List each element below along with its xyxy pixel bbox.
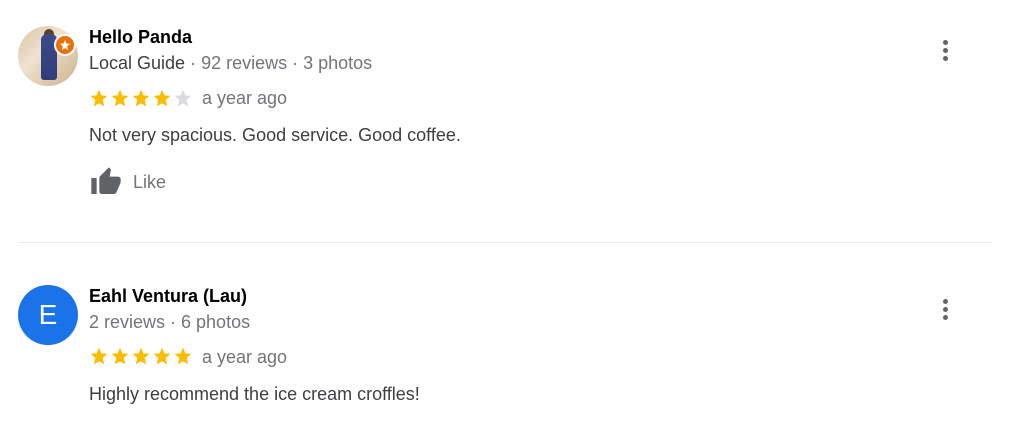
reviewer-stats: · 92 reviews · 3 photos <box>185 53 373 73</box>
reviewer-stats: 2 reviews · 6 photos <box>89 312 251 332</box>
star-filled-icon <box>90 89 108 107</box>
star-filled-icon <box>153 89 171 107</box>
star-empty-icon <box>174 89 192 107</box>
reviewer-avatar[interactable]: E <box>18 285 78 345</box>
star-filled-icon <box>174 347 192 365</box>
star-rating <box>89 346 194 366</box>
star-filled-icon <box>132 347 150 365</box>
more-vert-icon-dot <box>942 47 948 53</box>
more-options-button[interactable] <box>930 35 960 65</box>
like-label: Like <box>133 171 167 192</box>
more-vert-icon-dot <box>942 306 948 312</box>
thumbs-up-icon <box>91 167 121 194</box>
star-filled-icon <box>132 89 150 107</box>
more-vert-icon-dot <box>942 314 948 320</box>
review-card: E Eahl Ventura (Lau) 2 reviews · 6 photo… <box>0 243 1015 424</box>
star-rating <box>89 88 194 108</box>
more-vert-icon <box>942 39 948 45</box>
local-guide-label: Local Guide <box>89 53 186 73</box>
review-text: Highly recommend the ice cream croffles! <box>89 384 420 404</box>
review-text: Not very spacious. Good service. Good co… <box>89 125 461 145</box>
reviewer-name[interactable]: Eahl Ventura (Lau) <box>89 286 247 307</box>
review-card: Hello Panda Local Guide · 92 reviews · 3… <box>0 0 1015 242</box>
more-vert-icon-dot <box>942 55 948 61</box>
reviewer-meta: Local Guide · 92 reviews · 3 photos <box>89 53 372 74</box>
star-filled-icon <box>111 89 129 107</box>
more-options-button[interactable] <box>930 294 960 324</box>
star-filled-icon <box>111 347 129 365</box>
star-filled-icon <box>90 347 108 365</box>
more-vert-icon <box>942 298 948 304</box>
review-date: a year ago <box>202 88 288 108</box>
review-date: a year ago <box>202 347 288 367</box>
local-guide-badge-icon <box>54 34 76 56</box>
like-button[interactable]: Like <box>89 166 166 198</box>
reviewer-name[interactable]: Hello Panda <box>89 27 192 48</box>
star-filled-icon <box>153 347 171 365</box>
